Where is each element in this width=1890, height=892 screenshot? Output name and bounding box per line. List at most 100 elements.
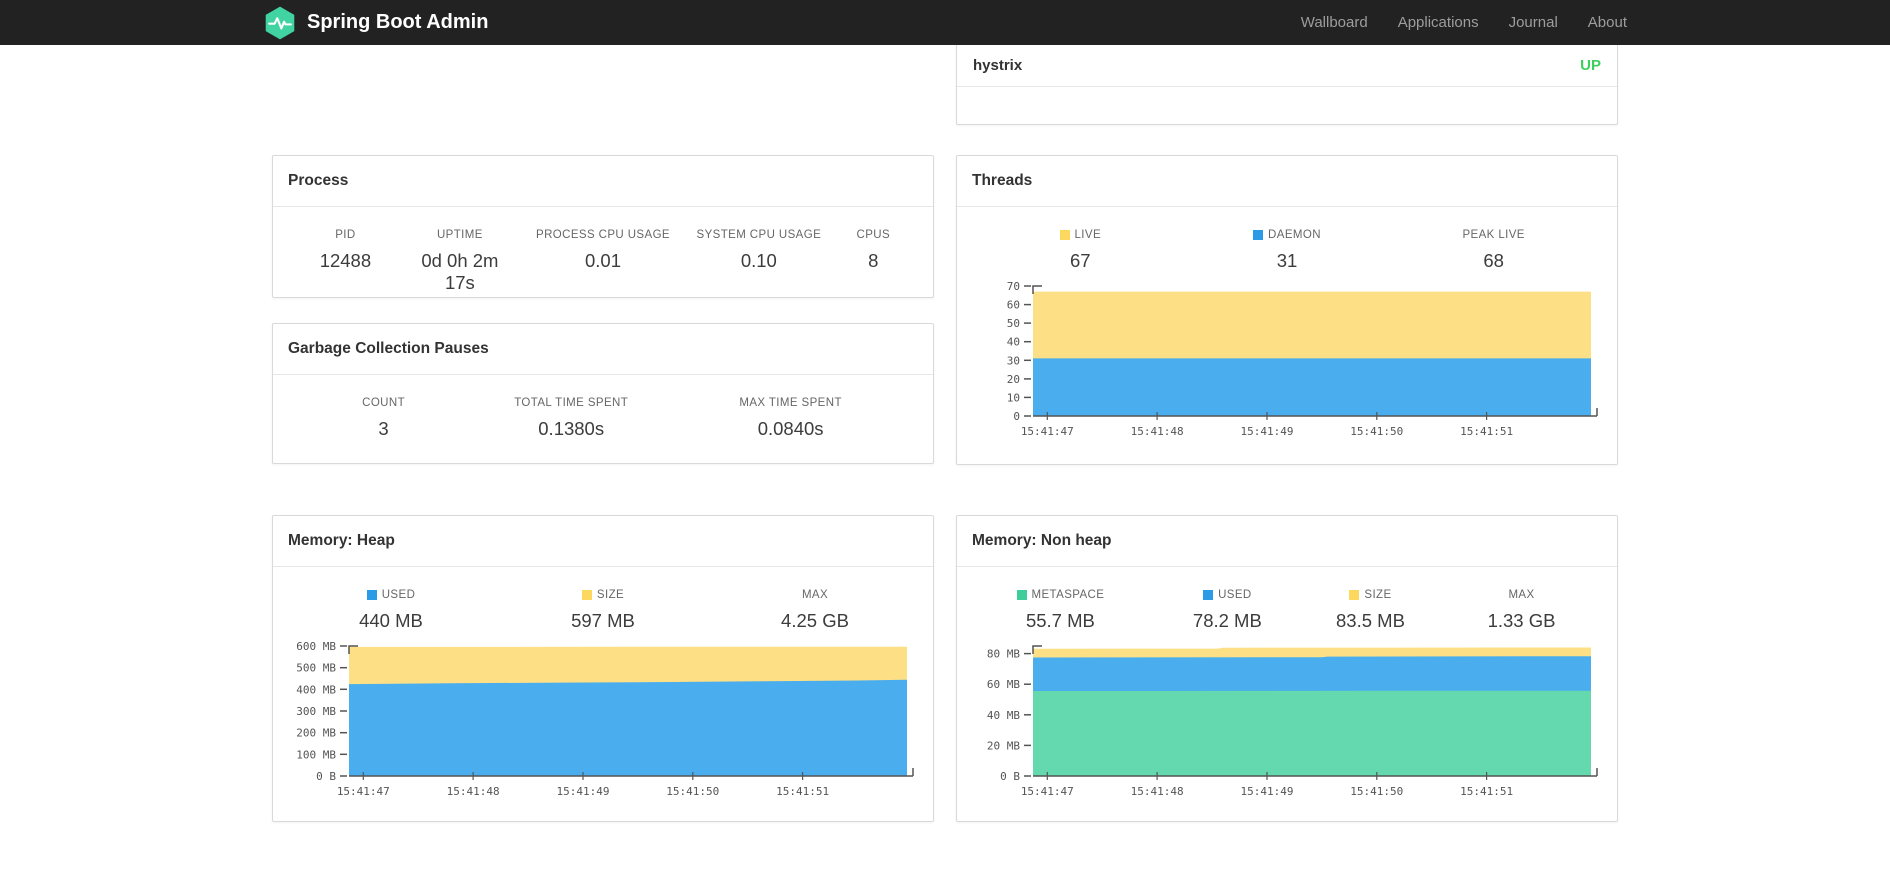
nonheap-card-title: Memory: Non heap bbox=[957, 516, 1617, 567]
process-metrics: PID 12488 UPTIME 0d 0h 2m 17s PROCESS CP… bbox=[285, 229, 921, 294]
metric-label: SIZE bbox=[1303, 589, 1438, 601]
svg-text:15:41:47: 15:41:47 bbox=[337, 785, 390, 798]
svg-text:600 MB: 600 MB bbox=[296, 640, 336, 653]
svg-text:400 MB: 400 MB bbox=[296, 683, 336, 696]
heap-chart: 0 B 100 MB 200 MB 300 MB 400 MB 500 MB 600 MB 1… bbox=[285, 636, 921, 809]
metric-threads-peak-live: PEAK LIVE 68 bbox=[1382, 229, 1605, 272]
svg-text:15:41:50: 15:41:50 bbox=[1350, 785, 1403, 798]
application-card-tail bbox=[957, 87, 1617, 123]
metric-threads-live: LIVE 67 bbox=[969, 229, 1192, 272]
gc-card-body: COUNT 3 TOTAL TIME SPENT 0.1380s MAX TIM… bbox=[273, 375, 933, 463]
metric-uptime: UPTIME 0d 0h 2m 17s bbox=[406, 229, 514, 294]
metric-value: 68 bbox=[1483, 249, 1504, 271]
metric-value: 83.5 MB bbox=[1336, 609, 1405, 631]
metric-label: MAX bbox=[801, 588, 829, 601]
metric-gc-total-time: TOTAL TIME SPENT 0.1380s bbox=[482, 397, 660, 440]
threads-card-title: Threads bbox=[957, 156, 1617, 207]
svg-text:40: 40 bbox=[1007, 335, 1020, 348]
metric-nonheap-size: SIZE 83.5 MB bbox=[1303, 589, 1438, 632]
svg-text:60 MB: 60 MB bbox=[987, 678, 1020, 691]
metric-label: USED bbox=[1152, 589, 1303, 601]
svg-text:20 MB: 20 MB bbox=[987, 739, 1020, 752]
threads-legend: LIVE 67 DAEMON 31 PEAK LIVE 68 bbox=[969, 229, 1605, 272]
nonheap-card-body: METASPACE 55.7 MB USED 78.2 MB SIZE 83.5… bbox=[957, 567, 1617, 821]
stacked-area-chart: 0 10 20 30 40 50 60 70 15:41:47 15:41:48 15:41:49 1… bbox=[1007, 280, 1598, 438]
main-content: Process PID 12488 UPTIME 0d 0h 2m 17s PR… bbox=[272, 45, 1618, 822]
threads-card-body: LIVE 67 DAEMON 31 PEAK LIVE 68 0 10 20 3… bbox=[957, 207, 1617, 464]
metric-value: 55.7 MB bbox=[1025, 609, 1095, 631]
metric-value: 597 MB bbox=[571, 609, 635, 631]
svg-text:15:41:50: 15:41:50 bbox=[666, 785, 719, 798]
svg-text:500 MB: 500 MB bbox=[296, 661, 336, 674]
svg-text:0 B: 0 B bbox=[316, 770, 336, 783]
metric-label: SYSTEM CPU USAGE bbox=[696, 228, 822, 241]
threads-card: Threads LIVE 67 DAEMON 31 PEAK LIVE 68 0… bbox=[956, 155, 1618, 465]
application-row-hystrix[interactable]: hystrix UP bbox=[957, 45, 1617, 87]
svg-text:20: 20 bbox=[1007, 372, 1020, 385]
metric-label: METASPACE bbox=[969, 589, 1152, 601]
metric-value: 12488 bbox=[319, 249, 372, 271]
svg-text:60: 60 bbox=[1007, 298, 1020, 311]
metric-value: 31 bbox=[1276, 249, 1298, 271]
heap-legend: USED 440 MB SIZE 597 MB MAX 4.25 GB bbox=[285, 589, 921, 632]
nonheap-chart: 0 B 20 MB 40 MB 60 MB 80 MB 15:41:47 15:41:48 1… bbox=[969, 636, 1605, 809]
nav-wallboard[interactable]: Wallboard bbox=[1301, 14, 1368, 31]
metric-label: CPUS bbox=[856, 228, 891, 241]
gc-pauses-card: Garbage Collection Pauses COUNT 3 TOTAL … bbox=[272, 323, 934, 464]
metric-label: PEAK LIVE bbox=[1462, 228, 1525, 241]
metric-value: 78.2 MB bbox=[1192, 609, 1262, 631]
svg-text:40 MB: 40 MB bbox=[987, 708, 1020, 721]
navbar: Spring Boot Admin Wallboard Applications… bbox=[0, 0, 1890, 45]
nav-links: Wallboard Applications Journal About bbox=[1301, 14, 1627, 31]
gc-card-title: Garbage Collection Pauses bbox=[273, 324, 933, 375]
svg-text:15:41:49: 15:41:49 bbox=[557, 785, 610, 798]
gc-metrics: COUNT 3 TOTAL TIME SPENT 0.1380s MAX TIM… bbox=[285, 397, 921, 440]
metric-gc-count: COUNT 3 bbox=[285, 397, 482, 440]
metric-nonheap-used: USED 78.2 MB bbox=[1152, 589, 1303, 632]
nav-about[interactable]: About bbox=[1588, 14, 1627, 31]
size-legend-swatch bbox=[581, 589, 592, 600]
svg-text:15:41:48: 15:41:48 bbox=[447, 785, 500, 798]
metric-heap-size: SIZE 597 MB bbox=[497, 589, 709, 632]
metric-value: 67 bbox=[1070, 249, 1091, 271]
metric-value: 8 bbox=[868, 249, 879, 271]
svg-text:0 B: 0 B bbox=[1000, 770, 1020, 783]
brand-link[interactable]: Spring Boot Admin bbox=[263, 6, 488, 40]
metric-nonheap-max: MAX 1.33 GB bbox=[1438, 589, 1605, 632]
stacked-area-chart: 0 B 20 MB 40 MB 60 MB 80 MB 15:41:47 15:41:48 1… bbox=[987, 644, 1598, 798]
metric-pid: PID 12488 bbox=[285, 229, 406, 294]
nav-applications[interactable]: Applications bbox=[1398, 14, 1479, 31]
metaspace-legend-swatch bbox=[1016, 589, 1027, 600]
metric-value: 0.10 bbox=[740, 249, 777, 271]
size-legend-swatch bbox=[1349, 589, 1360, 600]
svg-text:15:41:48: 15:41:48 bbox=[1131, 425, 1184, 438]
nonheap-legend: METASPACE 55.7 MB USED 78.2 MB SIZE 83.5… bbox=[969, 589, 1605, 632]
heap-card-body: USED 440 MB SIZE 597 MB MAX 4.25 GB 0 B … bbox=[273, 567, 933, 821]
metric-label: SIZE bbox=[497, 589, 709, 601]
metric-label: COUNT bbox=[362, 396, 406, 409]
used-legend-swatch bbox=[1203, 589, 1214, 600]
svg-text:10: 10 bbox=[1007, 391, 1020, 404]
process-card-title: Process bbox=[273, 156, 933, 207]
metric-heap-max: MAX 4.25 GB bbox=[709, 589, 921, 632]
stacked-area-chart: 0 B 100 MB 200 MB 300 MB 400 MB 500 MB 600 MB 1… bbox=[296, 640, 914, 798]
metric-gc-max-time: MAX TIME SPENT 0.0840s bbox=[660, 397, 921, 440]
metric-label: DAEMON bbox=[1192, 229, 1383, 241]
metric-value: 440 MB bbox=[359, 609, 423, 631]
svg-text:15:41:50: 15:41:50 bbox=[1350, 425, 1403, 438]
nav-journal[interactable]: Journal bbox=[1509, 14, 1558, 31]
svg-text:0: 0 bbox=[1013, 410, 1020, 423]
metric-value: 0.1380s bbox=[538, 417, 605, 439]
svg-text:50: 50 bbox=[1007, 317, 1020, 330]
metric-cpus: CPUS 8 bbox=[826, 229, 921, 294]
metric-label: USED bbox=[285, 589, 497, 601]
svg-text:15:41:47: 15:41:47 bbox=[1021, 785, 1074, 798]
metric-system-cpu-usage: SYSTEM CPU USAGE 0.10 bbox=[692, 229, 826, 294]
process-card-body: PID 12488 UPTIME 0d 0h 2m 17s PROCESS CP… bbox=[273, 207, 933, 297]
svg-text:200 MB: 200 MB bbox=[296, 726, 336, 739]
navbar-container: Spring Boot Admin Wallboard Applications… bbox=[263, 6, 1627, 40]
metric-label: MAX bbox=[1508, 588, 1535, 601]
metric-label: LIVE bbox=[969, 229, 1192, 241]
process-card: Process PID 12488 UPTIME 0d 0h 2m 17s PR… bbox=[272, 155, 934, 298]
used-legend-swatch bbox=[366, 589, 377, 600]
